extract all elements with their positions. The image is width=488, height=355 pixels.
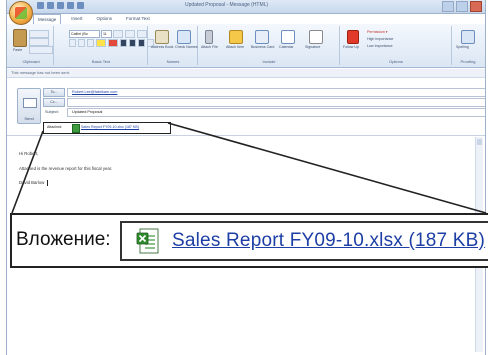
office-logo-icon <box>15 7 27 19</box>
follow-up-label: Follow Up <box>343 45 359 49</box>
attachment-row: Attached: Sales Report FY09-10.xlsx (187… <box>43 122 171 134</box>
send-label: Send <box>24 116 34 121</box>
follow-up-flag-icon[interactable] <box>347 30 359 44</box>
window-controls <box>442 1 482 12</box>
to-button[interactable]: To... <box>43 88 65 97</box>
cc-button[interactable]: Cc... <box>43 98 65 107</box>
align-left-button[interactable] <box>120 39 127 47</box>
paste-label: Paste <box>13 48 23 52</box>
basic-text-group: Calibri (Bo 11 Basic Text <box>55 26 154 65</box>
business-card-icon[interactable] <box>255 30 269 44</box>
attach-file-label: Attach File <box>201 45 218 49</box>
clipboard-group-label: Clipboard <box>22 59 40 64</box>
address-book-label: Address Book <box>151 45 174 49</box>
underline-button[interactable] <box>87 39 94 47</box>
send-button[interactable]: Send <box>17 88 41 124</box>
callout-attachment-box: Sales Report FY09-10.xlsx (187 KB) <box>120 221 488 261</box>
bold-button[interactable] <box>69 39 76 47</box>
minimize-button[interactable] <box>442 1 454 12</box>
subject-value: Updated Proposal <box>72 110 103 114</box>
basic-text-group-label: Basic Text <box>91 59 111 64</box>
attach-item-icon[interactable] <box>229 30 243 44</box>
business-card-label: Business Card <box>251 45 275 49</box>
attached-label: Attached: <box>47 125 63 129</box>
include-group-label: Include <box>262 59 276 64</box>
redo-icon[interactable] <box>57 2 64 9</box>
to-field[interactable]: Robert.Lee@fabrikam.com <box>67 88 485 97</box>
permission-label: Permission ▾ <box>367 30 388 34</box>
attachment-link[interactable]: Sales Report FY09-10.xlsx (187 KB) <box>81 125 139 129</box>
undo-icon[interactable] <box>47 2 54 9</box>
font-name-select[interactable]: Calibri (Bo <box>69 30 100 38</box>
align-center-button[interactable] <box>129 39 136 47</box>
include-group: Attach File Attach Item Business Card Ca… <box>199 26 340 65</box>
options-group: Follow Up Permission ▾ High Importance L… <box>341 26 452 65</box>
callout-attachment-link[interactable]: Sales Report FY09-10.xlsx (187 KB) <box>172 230 485 252</box>
spelling-icon[interactable] <box>461 30 475 44</box>
calendar-label: Calendar <box>279 45 294 49</box>
paperclip-icon[interactable] <box>205 30 213 44</box>
low-importance-label[interactable]: Low Importance <box>367 44 393 48</box>
format-buttons[interactable] <box>69 39 154 47</box>
cc-field[interactable] <box>67 98 485 107</box>
highlight-icon[interactable] <box>96 39 106 47</box>
info-bar-text: This message has not been sent. <box>11 70 70 75</box>
signature-icon[interactable] <box>309 30 323 44</box>
calendar-icon[interactable] <box>281 30 295 44</box>
tab-format-text[interactable]: Format Text <box>122 14 154 24</box>
check-names-label: Check Names <box>175 45 198 49</box>
ribbon: Paste Clipboard Calibri (Bo 11 Basic Tex… <box>7 24 485 68</box>
list-buttons[interactable] <box>113 30 147 38</box>
proofing-group-label: Proofing <box>460 59 476 64</box>
body-line: Attached is the revenue report for this … <box>19 166 113 171</box>
spelling-label: Spelling <box>456 45 469 49</box>
excel-file-icon <box>136 228 159 254</box>
body-greeting: Hi Robert, <box>19 151 39 156</box>
save-icon[interactable] <box>37 2 44 9</box>
attach-item-label: Attach Item <box>226 45 245 49</box>
to-value: Robert.Lee@fabrikam.com <box>72 90 118 94</box>
body-signature: David Barlow <box>19 180 45 185</box>
info-bar: This message has not been sent. <box>7 69 485 78</box>
paste-icon[interactable] <box>13 29 27 47</box>
maximize-button[interactable] <box>456 1 468 12</box>
zoom-callout: Вложение: Sales Report FY09-10.xlsx (187… <box>10 213 488 268</box>
office-button[interactable] <box>9 1 33 25</box>
address-book-icon[interactable] <box>155 30 169 44</box>
font-size-select[interactable]: 11 <box>101 30 112 38</box>
names-group: Address Book Check Names Names <box>149 26 198 65</box>
tab-message[interactable]: Message <box>33 14 62 24</box>
quick-access-toolbar <box>37 2 84 11</box>
outlook-compose-window: Updated Proposal - Message (HTML) Messag… <box>6 0 486 355</box>
font-color-icon[interactable] <box>108 39 118 47</box>
window-title: Updated Proposal - Message (HTML) <box>185 2 269 8</box>
tab-options[interactable]: Options <box>93 14 117 24</box>
check-names-icon[interactable] <box>177 30 191 44</box>
format-painter-row[interactable] <box>29 46 53 54</box>
high-importance-label[interactable]: High Importance <box>367 37 393 41</box>
scroll-up-arrow-icon[interactable] <box>477 139 482 145</box>
header-divider <box>7 135 485 136</box>
title-bar: Updated Proposal - Message (HTML) <box>7 0 485 14</box>
subject-label: Subject: <box>45 110 59 114</box>
proofing-group: Spelling Proofing <box>453 26 483 65</box>
text-cursor <box>47 180 48 186</box>
cut-row[interactable] <box>29 30 49 38</box>
ribbon-tabs: Message Insert Options Format Text <box>33 14 154 24</box>
envelope-icon <box>23 98 37 108</box>
copy-row[interactable] <box>29 38 49 46</box>
clipboard-group: Paste Clipboard <box>9 26 54 65</box>
align-right-button[interactable] <box>138 39 145 47</box>
options-group-label: Options <box>389 59 403 64</box>
subject-field[interactable]: Updated Proposal <box>67 108 485 117</box>
up-arrow-icon[interactable] <box>67 2 74 9</box>
down-arrow-icon[interactable] <box>77 2 84 9</box>
excel-file-icon <box>72 124 80 133</box>
tab-insert[interactable]: Insert <box>67 14 86 24</box>
close-button[interactable] <box>470 1 482 12</box>
names-group-label: Names <box>166 59 180 64</box>
callout-attachment-label: Вложение: <box>16 229 111 250</box>
italic-button[interactable] <box>78 39 85 47</box>
signature-label: Signature <box>305 45 321 49</box>
